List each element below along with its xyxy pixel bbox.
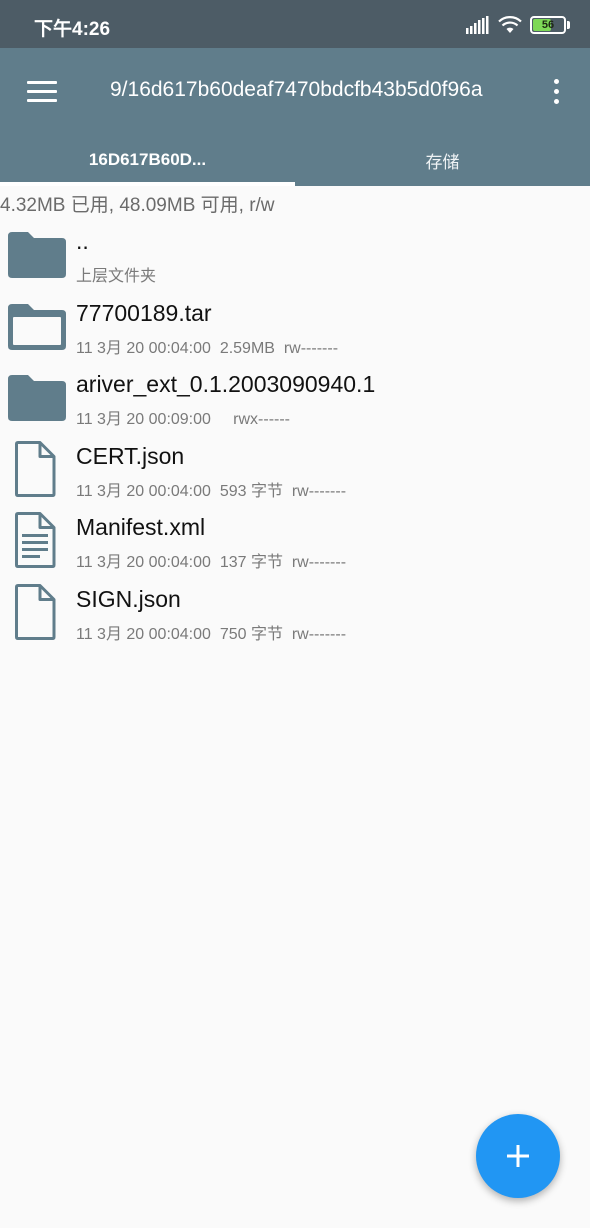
file-icon xyxy=(15,440,56,497)
hamburger-menu-icon[interactable] xyxy=(20,70,64,114)
file-name: CERT.json xyxy=(76,442,185,469)
list-item-cert-json[interactable]: CERT.json 11 3月 20 00:04:00 593 字节 rw---… xyxy=(0,437,590,509)
file-list: .. 上层文件夹 77700189.tar 11 3月 20 00:04:00 … xyxy=(0,222,590,651)
list-item-sign-json[interactable]: SIGN.json 11 3月 20 00:04:00 750 字节 rw---… xyxy=(0,580,590,652)
status-time: 下午4:26 xyxy=(34,19,111,40)
file-meta: 11 3月 20 00:04:00 593 字节 rw------- xyxy=(76,482,347,500)
file-meta: 11 3月 20 00:04:00 750 字节 rw------- xyxy=(76,625,347,643)
path-title: 9/16d617b60deaf7470bdcfb43b5d0f96a xyxy=(110,78,483,101)
tab-bar: 16D617B60D... 存储 xyxy=(0,134,590,186)
battery-level: 56 xyxy=(541,19,555,31)
file-meta: 11 3月 20 00:04:00 2.59MB rw------- xyxy=(76,339,339,357)
file-meta: 11 3月 20 00:04:00 137 字节 rw------- xyxy=(76,554,347,571)
more-vert-icon[interactable] xyxy=(536,70,576,114)
folder-outline-icon xyxy=(8,303,66,350)
list-item-77700189-tar[interactable]: 77700189.tar 11 3月 20 00:04:00 2.59MB rw… xyxy=(0,294,590,366)
tab-indicator xyxy=(0,182,295,186)
plus-icon xyxy=(507,1145,529,1167)
list-item-manifest-xml[interactable]: Manifest.xml 11 3月 20 00:04:00 137 字节 rw… xyxy=(0,508,590,580)
add-fab-button[interactable] xyxy=(476,1114,560,1198)
list-item-ariver-ext[interactable]: ariver_ext_0.1.2003090940.1 11 3月 20 00:… xyxy=(0,365,590,437)
file-meta: 上层文件夹 xyxy=(76,268,157,285)
tab-storage[interactable]: 存储 xyxy=(295,134,590,186)
wifi-icon xyxy=(498,16,522,33)
battery-icon: 56 xyxy=(530,16,566,34)
file-icon xyxy=(15,583,56,640)
folder-filled-icon xyxy=(8,375,66,421)
file-meta: 11 3月 20 00:09:00 rwx------ xyxy=(76,411,291,428)
file-name: ariver_ext_0.1.2003090940.1 xyxy=(76,371,376,397)
app-bar: 9/16d617b60deaf7470bdcfb43b5d0f96a xyxy=(0,48,590,134)
file-name: 77700189.tar xyxy=(76,299,212,326)
tab-label: 存储 xyxy=(425,152,460,172)
file-name: SIGN.json xyxy=(76,585,181,612)
file-name: .. xyxy=(76,228,89,254)
signal-bars-icon xyxy=(466,16,489,34)
tab-current-folder[interactable]: 16D617B60D... xyxy=(0,134,295,186)
folder-filled-icon xyxy=(8,232,66,278)
list-item-parent-folder[interactable]: .. 上层文件夹 xyxy=(0,222,590,294)
file-name: Manifest.xml xyxy=(76,514,206,540)
status-bar: 下午4:26 56 xyxy=(0,0,590,48)
storage-info: 4.32MB 已用, 48.09MB 可用, r/w xyxy=(0,195,275,216)
status-icons: 56 xyxy=(466,14,570,36)
tab-label: 16D617B60D... xyxy=(88,150,207,169)
text-file-icon xyxy=(15,512,56,568)
